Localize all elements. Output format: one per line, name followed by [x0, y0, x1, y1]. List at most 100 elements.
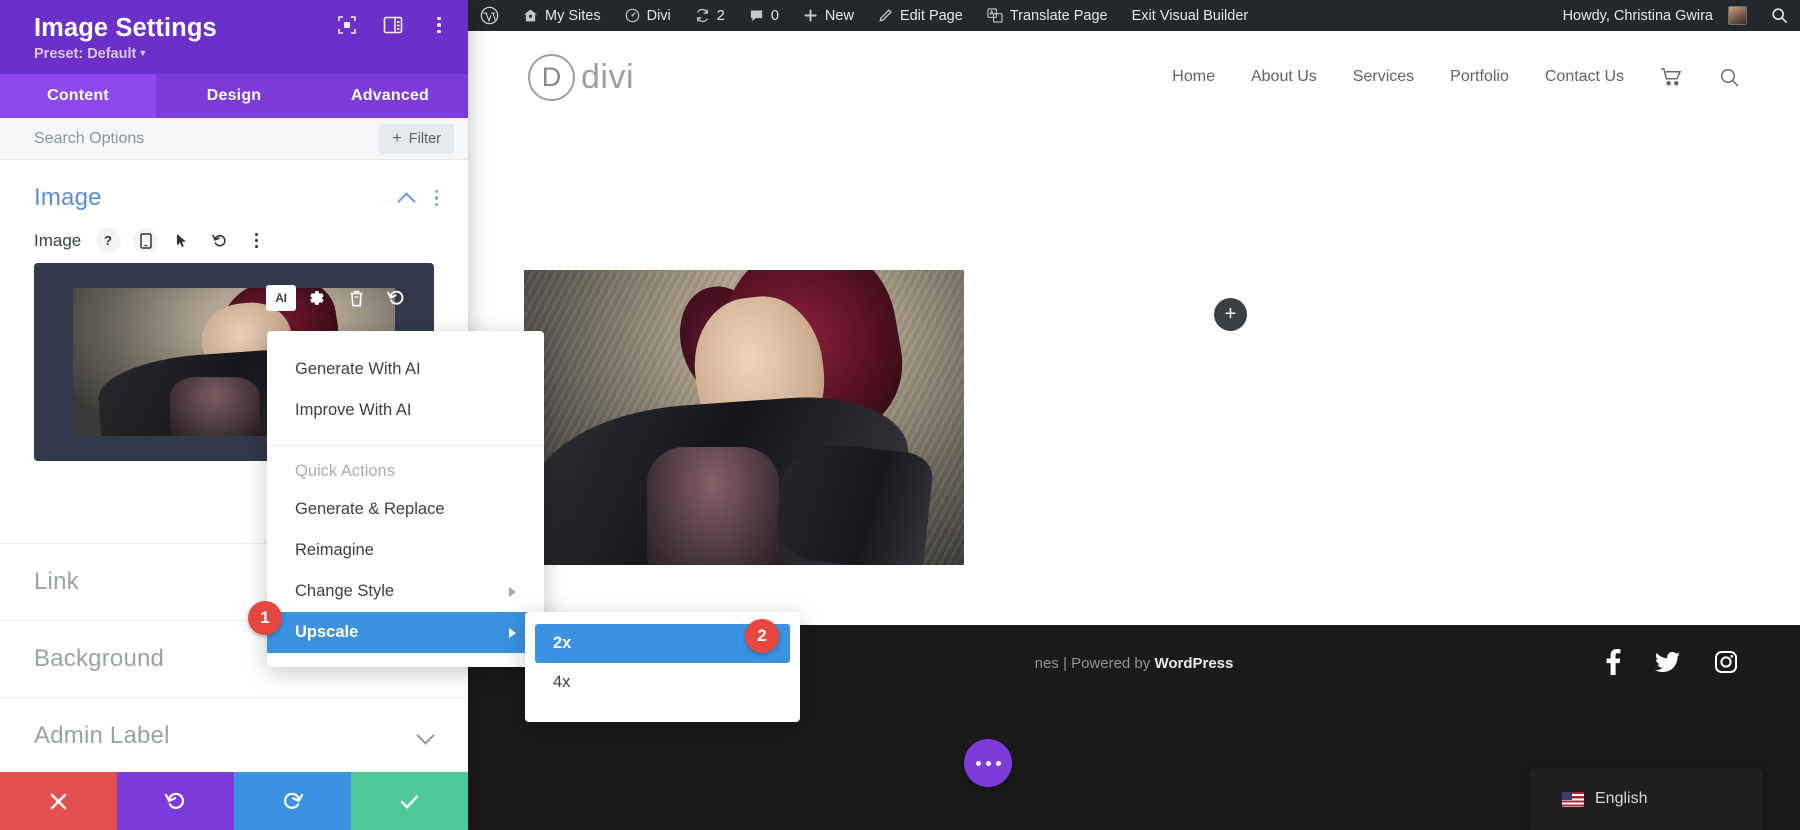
admin-bar-translate-page[interactable]: Translate Page [975, 0, 1120, 31]
section-admin-label[interactable]: Admin Label [0, 697, 468, 772]
admin-bar-account[interactable]: Howdy, Christina Gwira [1551, 0, 1759, 31]
save-button[interactable] [351, 772, 468, 830]
language-label: English [1595, 790, 1648, 807]
tab-design[interactable]: Design [156, 74, 312, 118]
hero-image[interactable] [524, 270, 964, 565]
focus-frame-icon[interactable] [336, 14, 358, 36]
bubble-dot [985, 760, 991, 766]
upscale-option-label: 4x [553, 673, 571, 691]
admin-bar-label: My Sites [545, 7, 601, 24]
image-section-header[interactable]: Image [0, 160, 468, 226]
tab-content[interactable]: Content [0, 74, 156, 118]
admin-bar-new[interactable]: New [791, 0, 866, 31]
nav-item-home[interactable]: Home [1172, 68, 1215, 86]
kebab-menu-icon[interactable] [428, 14, 450, 36]
divi-settings-bubble[interactable] [964, 739, 1012, 787]
image-section-controls [399, 189, 438, 207]
divi-logo-icon: D [528, 53, 575, 101]
reset-icon[interactable] [207, 228, 232, 253]
admin-bar-greeting: Howdy, Christina Gwira [1562, 7, 1713, 24]
panel-header-icon-group [336, 14, 450, 36]
hover-cursor-icon[interactable] [170, 228, 195, 253]
kebab-dots [437, 16, 441, 34]
menu-item-reimagine[interactable]: Reimagine [267, 530, 544, 571]
wordpress-logo-icon [480, 6, 499, 25]
admin-bar-label: 0 [770, 7, 779, 24]
add-module-button[interactable]: + [1214, 298, 1247, 331]
admin-bar-exit-visual-builder[interactable]: Exit Visual Builder [1120, 0, 1261, 31]
menu-item-change-style[interactable]: Change Style [267, 571, 544, 612]
hero-shape-arm [773, 439, 935, 565]
search-icon [1771, 7, 1788, 24]
facebook-icon[interactable] [1606, 649, 1621, 675]
chevron-up-icon[interactable] [399, 193, 415, 203]
delete-trash-icon[interactable] [336, 281, 376, 315]
help-icon[interactable]: ? [96, 228, 122, 253]
plus-icon: + [392, 129, 402, 147]
menu-item-generate-and-replace[interactable]: Generate & Replace [267, 489, 544, 530]
admin-bar-updates[interactable]: 2 [683, 0, 737, 31]
ai-button[interactable]: AI [266, 285, 296, 311]
menu-item-label: Upscale [295, 623, 359, 641]
image-action-toolbar: AI [266, 281, 416, 315]
settings-tabs: Content Design Advanced [0, 74, 468, 118]
section-background-label: Background [34, 645, 165, 672]
twitter-icon[interactable] [1655, 651, 1680, 673]
site-logo-text: divi [581, 57, 635, 96]
site-logo[interactable]: D divi [528, 53, 635, 101]
preset-selector[interactable]: Preset: Default ▼ [34, 46, 446, 62]
search-input[interactable] [34, 129, 294, 148]
menu-item-generate-with-ai[interactable]: Generate With AI [267, 349, 544, 390]
footer-credit-middle: Powered by [1071, 655, 1155, 672]
sites-home-icon [523, 8, 538, 23]
nav-item-about-us[interactable]: About Us [1251, 68, 1317, 86]
filter-button[interactable]: + Filter [379, 123, 454, 154]
avatar [1728, 6, 1747, 25]
chevron-down-icon[interactable] [418, 731, 434, 741]
instagram-icon[interactable] [1714, 650, 1738, 674]
preset-label: Preset: Default [34, 46, 137, 63]
admin-bar-label: Divi [646, 7, 671, 24]
language-selector[interactable]: English [1530, 768, 1762, 830]
admin-bar-wordpress-logo[interactable] [468, 0, 511, 31]
upscale-option-label: 2x [553, 634, 572, 652]
footer-credit-prefix: nes [1034, 655, 1059, 672]
plus-icon [803, 8, 818, 23]
admin-bar-comments[interactable]: 0 [737, 0, 791, 31]
menu-item-label: Improve With AI [295, 401, 412, 419]
kebab-dots [255, 233, 259, 248]
tab-advanced[interactable]: Advanced [312, 74, 468, 118]
redo-button[interactable] [234, 772, 351, 830]
undo-icon[interactable] [376, 281, 416, 315]
image-field-label-row: Image ? [0, 226, 468, 263]
menu-item-improve-with-ai[interactable]: Improve With AI [267, 390, 544, 431]
kebab-menu-icon[interactable] [244, 228, 269, 253]
menu-item-upscale[interactable]: Upscale [267, 612, 544, 653]
admin-bar-my-sites[interactable]: My Sites [511, 0, 613, 31]
nav-item-services[interactable]: Services [1353, 68, 1414, 86]
pencil-icon [878, 8, 893, 23]
nav-item-contact-us[interactable]: Contact Us [1545, 68, 1624, 86]
kebab-menu-icon[interactable] [434, 189, 438, 207]
site-header: D divi Home About Us Services Portfolio … [468, 31, 1800, 123]
menu-item-label: Change Style [295, 582, 395, 600]
undo-button[interactable] [117, 772, 234, 830]
step-badge-1: 1 [248, 601, 282, 635]
menu-item-label: Reimagine [295, 541, 374, 559]
admin-bar-edit-page[interactable]: Edit Page [866, 0, 975, 31]
admin-bar-divi[interactable]: Divi [613, 0, 683, 31]
hero-shape-shirt [647, 447, 780, 565]
menu-item-label: Generate & Replace [295, 500, 445, 518]
thumb-shape-shirt [169, 376, 260, 436]
layout-panel-icon[interactable] [382, 14, 404, 36]
discard-button[interactable] [0, 772, 117, 830]
cart-icon[interactable] [1660, 67, 1683, 87]
nav-item-portfolio[interactable]: Portfolio [1450, 68, 1509, 86]
upscale-4x-option[interactable]: 4x [535, 663, 790, 702]
settings-gear-icon[interactable] [296, 281, 336, 315]
admin-bar-search[interactable] [1759, 0, 1800, 31]
search-icon[interactable] [1719, 67, 1740, 88]
admin-bar-label: 2 [716, 7, 725, 24]
responsive-icon[interactable] [133, 228, 159, 253]
footer-credit-brand: WordPress [1154, 655, 1234, 672]
